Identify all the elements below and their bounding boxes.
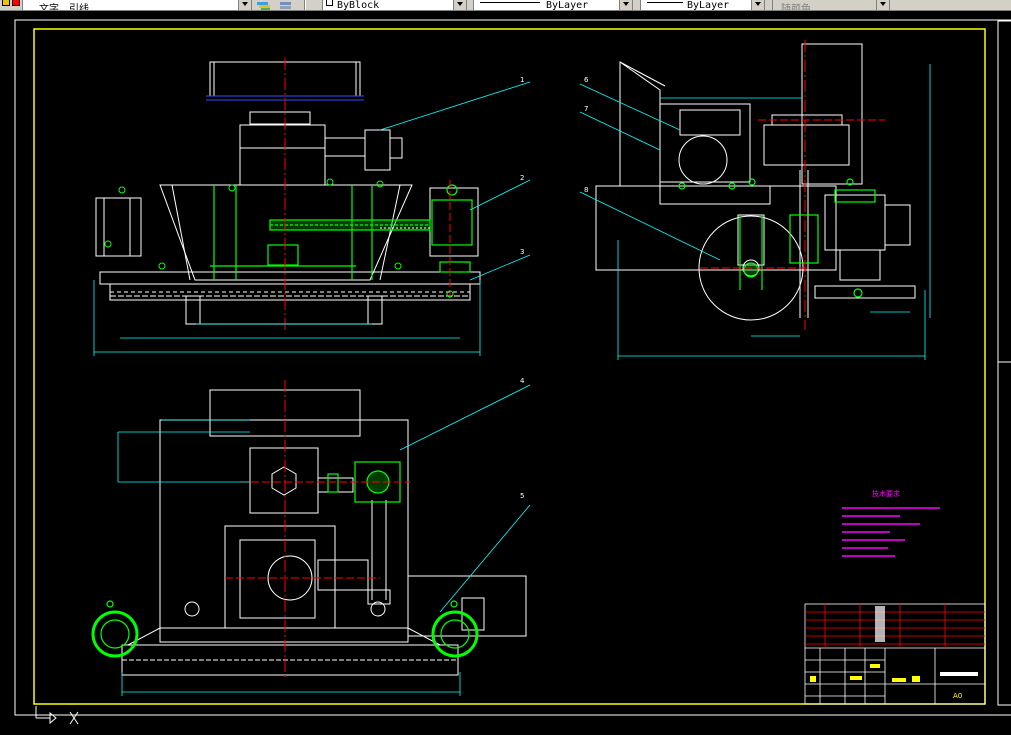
front-view-gear-teeth <box>110 227 470 297</box>
cad-drawing: 1 2 3 4 5 6 7 8 技术要求 A0 <box>14 19 1011 725</box>
layer-previous-icon[interactable] <box>278 0 294 10</box>
properties-toolbar: 文字、引线 ByBlock ByLayer ByLayer 随颜色 <box>0 0 1011 11</box>
callout-8: 8 <box>584 186 588 194</box>
chevron-down-icon[interactable] <box>238 0 251 10</box>
side-view-dimensions <box>579 64 931 360</box>
front-view-bolts <box>104 178 454 298</box>
top-view-center-lines <box>225 380 410 680</box>
callout-5: 5 <box>520 492 524 500</box>
top-view <box>121 389 527 676</box>
tech-title: 技术要求 <box>872 489 900 498</box>
callout-2: 2 <box>520 174 524 182</box>
front-view <box>95 61 481 325</box>
callout-7: 7 <box>584 105 588 113</box>
title-block-fills <box>875 606 978 676</box>
sheet-frame <box>33 28 986 705</box>
layer-color-swatch <box>326 0 333 6</box>
technical-requirements: 技术要求 <box>842 489 940 557</box>
color-swatch-icon[interactable] <box>12 0 20 6</box>
layer-combo[interactable]: ByBlock <box>322 0 467 11</box>
sheet-size-label: A0 <box>953 692 962 700</box>
text-style-combo[interactable]: 文字、引线 <box>22 0 252 11</box>
front-view-gears <box>210 184 473 280</box>
linetype-combo[interactable]: ByLayer <box>473 0 633 11</box>
sheet-frame-right <box>997 20 1011 706</box>
chevron-down-icon[interactable] <box>751 0 764 10</box>
lineweight-sample <box>647 2 683 3</box>
chevron-down-icon[interactable] <box>619 0 632 10</box>
top-view-dimensions <box>117 384 531 696</box>
model-space-canvas[interactable]: 1 2 3 4 5 6 7 8 技术要求 A0 <box>0 12 1011 735</box>
chevron-down-icon <box>876 0 889 10</box>
lineweight-value: ByLayer <box>687 0 730 11</box>
lock-icon[interactable] <box>2 0 10 6</box>
front-view-center-lines <box>284 58 451 330</box>
toolbar-separator <box>304 0 306 10</box>
front-view-dimensions <box>93 81 531 356</box>
title-block-rev-table <box>805 604 985 648</box>
layer-manager-icon[interactable] <box>256 0 272 10</box>
plot-style-value: 随颜色 <box>781 4 811 11</box>
linetype-value: ByLayer <box>546 0 589 11</box>
tech-notes <box>842 507 940 557</box>
layer-value: ByBlock <box>337 0 380 11</box>
title-block <box>804 603 986 705</box>
lineweight-combo[interactable]: ByLayer <box>640 0 765 11</box>
callout-6: 6 <box>584 76 589 84</box>
callout-4: 4 <box>520 377 525 385</box>
linetype-sample <box>480 2 540 3</box>
callout-3: 3 <box>520 248 524 256</box>
plot-style-combo: 随颜色 <box>772 0 890 11</box>
text-style-value: 文字、引线 <box>39 4 89 11</box>
callout-1: 1 <box>520 76 524 84</box>
chevron-down-icon[interactable] <box>453 0 466 10</box>
callout-labels: 1 2 3 4 5 6 7 8 <box>520 76 589 500</box>
